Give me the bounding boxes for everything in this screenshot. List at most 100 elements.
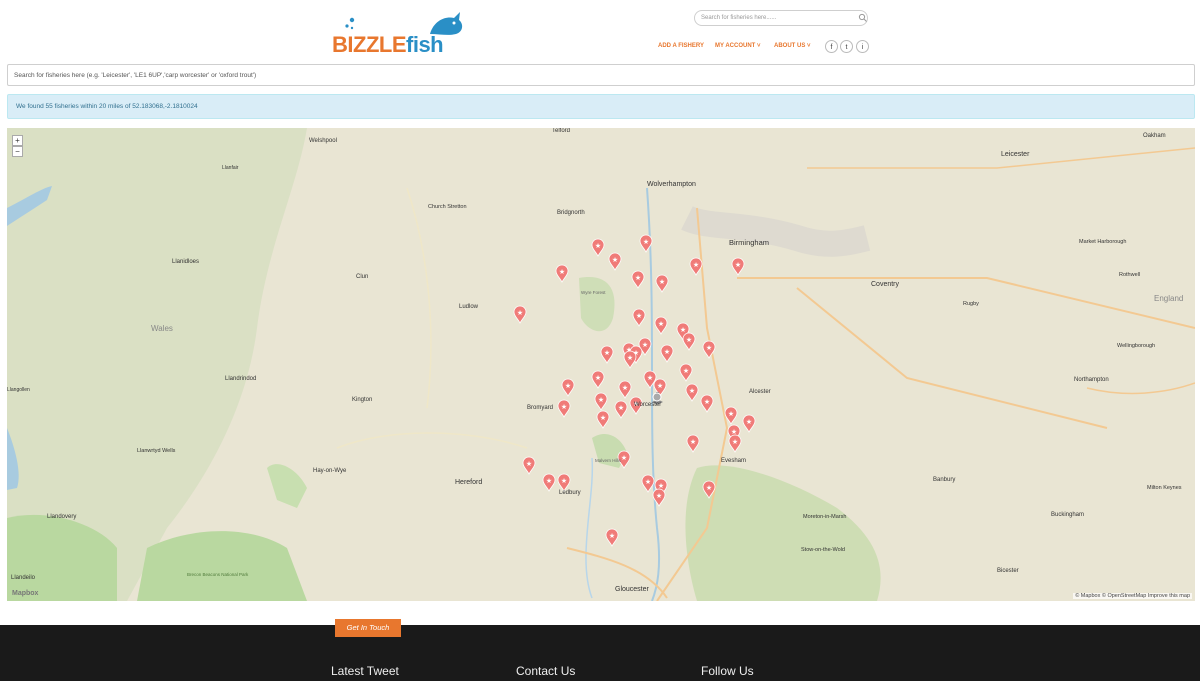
place-label: Llandovery — [47, 514, 76, 520]
place-label: Evesham — [721, 458, 746, 464]
svg-text:★: ★ — [686, 336, 692, 344]
place-label: Bromyard — [527, 405, 553, 411]
svg-text:★: ★ — [746, 418, 752, 426]
svg-text:★: ★ — [735, 261, 741, 269]
chevron-down-icon: ˅ — [755, 43, 761, 49]
place-label: Wolverhampton — [647, 181, 696, 188]
svg-text:★: ★ — [706, 484, 712, 492]
place-label: Wellingborough — [1117, 343, 1155, 349]
place-label: Birmingham — [729, 238, 769, 247]
svg-text:★: ★ — [693, 261, 699, 269]
logo-fish: fish — [406, 32, 444, 57]
search-icon[interactable] — [858, 13, 868, 23]
svg-text:★: ★ — [561, 477, 567, 485]
place-label: Hay-on-Wye — [313, 468, 347, 474]
site-footer: Get In Touch Latest Tweet Contact Us Fol… — [0, 619, 1200, 681]
place-label: Leicester — [1001, 151, 1030, 158]
place-label: Alcester — [749, 389, 771, 395]
svg-text:★: ★ — [706, 344, 712, 352]
place-label: Llandeilo — [11, 575, 36, 581]
place-label: Stow-on-the-Wold — [801, 547, 845, 553]
place-label: Banbury — [933, 477, 955, 483]
place-label: Bicester — [997, 568, 1019, 574]
svg-text:★: ★ — [642, 341, 648, 349]
chevron-down-icon: ˅ — [805, 43, 811, 49]
zoom-in-button[interactable]: + — [12, 135, 23, 146]
svg-text:★: ★ — [636, 312, 642, 320]
place-label: Oakham — [1143, 133, 1166, 139]
svg-text:★: ★ — [643, 238, 649, 246]
map-background — [7, 128, 1195, 601]
get-in-touch-tab[interactable]: Get In Touch — [335, 619, 401, 637]
place-label: Rugby — [963, 301, 979, 307]
footer-heading-latest-tweet: Latest Tweet — [331, 664, 399, 678]
svg-text:★: ★ — [732, 438, 738, 446]
mapbox-logo: Mapbox — [12, 590, 39, 597]
place-label: Brecon Beacons National Park — [187, 572, 249, 577]
place-label: Northampton — [1074, 377, 1109, 383]
place-label: England — [1154, 294, 1183, 303]
map-attribution[interactable]: © Mapbox © OpenStreetMap Improve this ma… — [1073, 593, 1192, 599]
svg-text:★: ★ — [689, 387, 695, 395]
svg-text:★: ★ — [659, 278, 665, 286]
header-search-input[interactable]: Search for fisheries here...... — [694, 10, 868, 26]
instagram-icon[interactable]: i — [856, 40, 869, 53]
place-label: Market Harborough — [1079, 239, 1126, 245]
place-label: Ledbury — [559, 490, 581, 496]
svg-text:★: ★ — [561, 403, 567, 411]
place-label: Worcester — [634, 402, 661, 408]
fishery-search-input[interactable]: Search for fisheries here (e.g. 'Leicest… — [7, 64, 1195, 86]
place-label: Kington — [352, 397, 372, 403]
svg-text:★: ★ — [658, 320, 664, 328]
logo-wordmark: BIZZLEfish — [332, 32, 444, 58]
svg-text:★: ★ — [621, 454, 627, 462]
svg-text:★: ★ — [546, 477, 552, 485]
footer-heading-contact-us: Contact Us — [516, 664, 576, 678]
svg-text:★: ★ — [612, 256, 618, 264]
place-label: Coventry — [871, 281, 900, 288]
place-label: Llanidloes — [172, 259, 199, 265]
svg-text:★: ★ — [609, 532, 615, 540]
svg-text:★: ★ — [657, 382, 663, 390]
svg-text:★: ★ — [683, 367, 689, 375]
facebook-icon[interactable]: f — [825, 40, 838, 53]
nav-about-us[interactable]: ABOUT US ˅ — [774, 43, 811, 49]
svg-text:★: ★ — [517, 309, 523, 317]
place-label: Rothwell — [1119, 272, 1140, 278]
nav-about-us-label: ABOUT US — [774, 43, 806, 49]
svg-text:★: ★ — [618, 404, 624, 412]
place-label: Milton Keynes — [1147, 485, 1182, 491]
svg-text:★: ★ — [565, 382, 571, 390]
svg-text:★: ★ — [598, 396, 604, 404]
place-label: Ludlow — [459, 304, 479, 310]
site-header: BIZZLEfish Search for fisheries here....… — [0, 0, 1200, 62]
place-label: Moreton-in-Marsh — [803, 514, 846, 520]
fishery-map[interactable]: ★ ★ ★ ★ ★ ★ ★ ★ ★ ★ ★ ★ ★ ★ ★ ★ ★ ★ ★ ★ ★ ★ ★ ★ ★ ★ ★ ★ ★ ★ ★ ★ ★ ★ ★ ★ ★ ★ ★ ★… — [7, 128, 1195, 601]
svg-text:★: ★ — [647, 374, 653, 382]
svg-text:★: ★ — [656, 492, 662, 500]
svg-text:★: ★ — [559, 268, 565, 276]
svg-text:★: ★ — [600, 414, 606, 422]
place-label: Clun — [356, 274, 368, 280]
place-label: Bridgnorth — [557, 210, 585, 216]
zoom-out-button[interactable]: − — [12, 146, 23, 157]
svg-text:★: ★ — [526, 460, 532, 468]
place-label: Welshpool — [309, 138, 337, 144]
place-label: Gloucester — [615, 586, 650, 593]
map-canvas[interactable]: ★ ★ ★ ★ ★ ★ ★ ★ ★ ★ ★ ★ ★ ★ ★ ★ ★ ★ ★ ★ ★ ★ ★ ★ ★ ★ ★ ★ ★ ★ ★ ★ ★ ★ ★ ★ ★ ★ ★ ★… — [7, 128, 1195, 601]
nav-my-account[interactable]: MY ACCOUNT ˅ — [715, 43, 761, 49]
site-logo[interactable]: BIZZLEfish — [330, 8, 470, 58]
svg-text:★: ★ — [595, 242, 601, 250]
twitter-icon[interactable]: t — [840, 40, 853, 53]
results-alert: We found 55 fisheries within 20 miles of… — [7, 94, 1195, 119]
nav-add-fishery[interactable]: ADD A FISHERY — [658, 43, 704, 49]
svg-text:★: ★ — [622, 384, 628, 392]
svg-text:★: ★ — [635, 274, 641, 282]
place-label: Llangollen — [7, 387, 30, 393]
place-label: Telford — [552, 128, 570, 134]
place-label: Llandrindod — [225, 376, 256, 382]
svg-text:★: ★ — [664, 348, 670, 356]
place-label: Wyre Forest — [581, 290, 606, 295]
svg-text:★: ★ — [627, 354, 633, 362]
svg-text:★: ★ — [704, 398, 710, 406]
